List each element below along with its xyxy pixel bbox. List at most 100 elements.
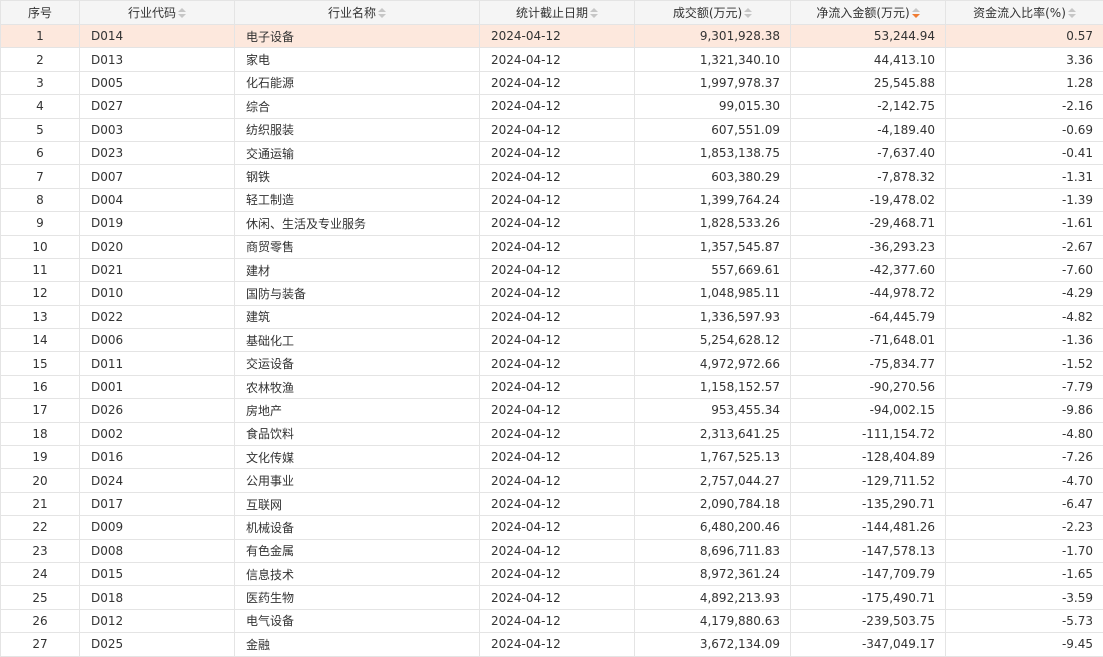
cell-index: 27 — [1, 633, 80, 656]
cell-industry-code: D007 — [80, 165, 235, 188]
cell-industry-name: 医药生物 — [235, 586, 480, 609]
cell-industry-code: D020 — [80, 235, 235, 258]
sort-desc-active-icon[interactable] — [912, 8, 920, 18]
sort-icon[interactable] — [378, 8, 386, 18]
column-header-inflow-ratio[interactable]: 资金流入比率(%) — [946, 1, 1103, 25]
cell-inflow-ratio: -1.61 — [946, 212, 1103, 235]
cell-turnover: 1,767,525.13 — [635, 446, 791, 469]
cell-turnover: 603,380.29 — [635, 165, 791, 188]
cell-index: 7 — [1, 165, 80, 188]
sort-icon[interactable] — [178, 8, 186, 18]
sort-icon[interactable] — [590, 8, 598, 18]
table-row[interactable]: 22D009机械设备2024-04-126,480,200.46-144,481… — [1, 516, 1103, 539]
cell-net-inflow: -147,709.79 — [791, 562, 946, 585]
cell-industry-name: 食品饮料 — [235, 422, 480, 445]
cell-industry-name: 金融 — [235, 633, 480, 656]
cell-inflow-ratio: 1.28 — [946, 71, 1103, 94]
cell-inflow-ratio: 0.57 — [946, 25, 1103, 48]
cell-industry-code: D024 — [80, 469, 235, 492]
cell-date: 2024-04-12 — [480, 48, 635, 71]
column-header-industry-name[interactable]: 行业名称 — [235, 1, 480, 25]
table-row[interactable]: 23D008有色金属2024-04-128,696,711.83-147,578… — [1, 539, 1103, 562]
cell-date: 2024-04-12 — [480, 305, 635, 328]
column-header-net-inflow[interactable]: 净流入金额(万元) — [791, 1, 946, 25]
table-row[interactable]: 18D002食品饮料2024-04-122,313,641.25-111,154… — [1, 422, 1103, 445]
cell-inflow-ratio: -7.79 — [946, 375, 1103, 398]
cell-date: 2024-04-12 — [480, 329, 635, 352]
cell-turnover: 1,853,138.75 — [635, 141, 791, 164]
cell-index: 8 — [1, 188, 80, 211]
table-row[interactable]: 14D006基础化工2024-04-125,254,628.12-71,648.… — [1, 329, 1103, 352]
table-row[interactable]: 27D025金融2024-04-123,672,134.09-347,049.1… — [1, 633, 1103, 656]
cell-index: 14 — [1, 329, 80, 352]
cell-index: 25 — [1, 586, 80, 609]
table-row[interactable]: 6D023交通运输2024-04-121,853,138.75-7,637.40… — [1, 141, 1103, 164]
column-header-label: 净流入金额(万元) — [816, 6, 909, 20]
table-row[interactable]: 25D018医药生物2024-04-124,892,213.93-175,490… — [1, 586, 1103, 609]
table-row[interactable]: 24D015信息技术2024-04-128,972,361.24-147,709… — [1, 562, 1103, 585]
cell-index: 13 — [1, 305, 80, 328]
table-row[interactable]: 16D001农林牧渔2024-04-121,158,152.57-90,270.… — [1, 375, 1103, 398]
cell-industry-code: D022 — [80, 305, 235, 328]
cell-industry-name: 电子设备 — [235, 25, 480, 48]
table-row[interactable]: 4D027综合2024-04-1299,015.30-2,142.75-2.16 — [1, 95, 1103, 118]
table-row[interactable]: 20D024公用事业2024-04-122,757,044.27-129,711… — [1, 469, 1103, 492]
cell-turnover: 6,480,200.46 — [635, 516, 791, 539]
table-row[interactable]: 8D004轻工制造2024-04-121,399,764.24-19,478.0… — [1, 188, 1103, 211]
table-row[interactable]: 2D013家电2024-04-121,321,340.1044,413.103.… — [1, 48, 1103, 71]
cell-industry-code: D023 — [80, 141, 235, 164]
cell-date: 2024-04-12 — [480, 516, 635, 539]
cell-inflow-ratio: -4.80 — [946, 422, 1103, 445]
cell-date: 2024-04-12 — [480, 586, 635, 609]
table-row[interactable]: 12D010国防与装备2024-04-121,048,985.11-44,978… — [1, 282, 1103, 305]
cell-industry-code: D002 — [80, 422, 235, 445]
cell-net-inflow: 53,244.94 — [791, 25, 946, 48]
cell-turnover: 8,696,711.83 — [635, 539, 791, 562]
table-row[interactable]: 11D021建材2024-04-12557,669.61-42,377.60-7… — [1, 258, 1103, 281]
table-row[interactable]: 3D005化石能源2024-04-121,997,978.3725,545.88… — [1, 71, 1103, 94]
cell-date: 2024-04-12 — [480, 212, 635, 235]
cell-net-inflow: -129,711.52 — [791, 469, 946, 492]
table-row[interactable]: 19D016文化传媒2024-04-121,767,525.13-128,404… — [1, 446, 1103, 469]
cell-industry-code: D011 — [80, 352, 235, 375]
cell-industry-name: 公用事业 — [235, 469, 480, 492]
table-row[interactable]: 1D014电子设备2024-04-129,301,928.3853,244.94… — [1, 25, 1103, 48]
cell-turnover: 4,972,972.66 — [635, 352, 791, 375]
cell-net-inflow: -42,377.60 — [791, 258, 946, 281]
cell-net-inflow: -347,049.17 — [791, 633, 946, 656]
table-row[interactable]: 26D012电气设备2024-04-124,179,880.63-239,503… — [1, 609, 1103, 632]
table-row[interactable]: 21D017互联网2024-04-122,090,784.18-135,290.… — [1, 492, 1103, 515]
cell-date: 2024-04-12 — [480, 25, 635, 48]
cell-index: 26 — [1, 609, 80, 632]
table-row[interactable]: 9D019休闲、生活及专业服务2024-04-121,828,533.26-29… — [1, 212, 1103, 235]
cell-turnover: 99,015.30 — [635, 95, 791, 118]
table-row[interactable]: 7D007钢铁2024-04-12603,380.29-7,878.32-1.3… — [1, 165, 1103, 188]
table-row[interactable]: 17D026房地产2024-04-12953,455.34-94,002.15-… — [1, 399, 1103, 422]
sort-icon[interactable] — [1068, 8, 1076, 18]
table-row[interactable]: 5D003纺织服装2024-04-12607,551.09-4,189.40-0… — [1, 118, 1103, 141]
column-header-industry-code[interactable]: 行业代码 — [80, 1, 235, 25]
column-header-label: 序号 — [28, 6, 52, 20]
cell-date: 2024-04-12 — [480, 71, 635, 94]
column-header-turnover[interactable]: 成交额(万元) — [635, 1, 791, 25]
cell-inflow-ratio: -0.69 — [946, 118, 1103, 141]
column-header-date[interactable]: 统计截止日期 — [480, 1, 635, 25]
cell-inflow-ratio: -0.41 — [946, 141, 1103, 164]
column-header-label: 行业名称 — [328, 6, 376, 20]
cell-industry-name: 信息技术 — [235, 562, 480, 585]
cell-industry-name: 房地产 — [235, 399, 480, 422]
cell-industry-name: 交通运输 — [235, 141, 480, 164]
cell-industry-code: D010 — [80, 282, 235, 305]
cell-industry-code: D018 — [80, 586, 235, 609]
cell-inflow-ratio: -5.73 — [946, 609, 1103, 632]
sort-icon[interactable] — [744, 8, 752, 18]
cell-inflow-ratio: -6.47 — [946, 492, 1103, 515]
cell-industry-code: D025 — [80, 633, 235, 656]
cell-net-inflow: -44,978.72 — [791, 282, 946, 305]
cell-inflow-ratio: -1.36 — [946, 329, 1103, 352]
table-row[interactable]: 13D022建筑2024-04-121,336,597.93-64,445.79… — [1, 305, 1103, 328]
table-row[interactable]: 15D011交运设备2024-04-124,972,972.66-75,834.… — [1, 352, 1103, 375]
table-row[interactable]: 10D020商贸零售2024-04-121,357,545.87-36,293.… — [1, 235, 1103, 258]
cell-net-inflow: -94,002.15 — [791, 399, 946, 422]
column-header-label: 资金流入比率(%) — [973, 6, 1066, 20]
